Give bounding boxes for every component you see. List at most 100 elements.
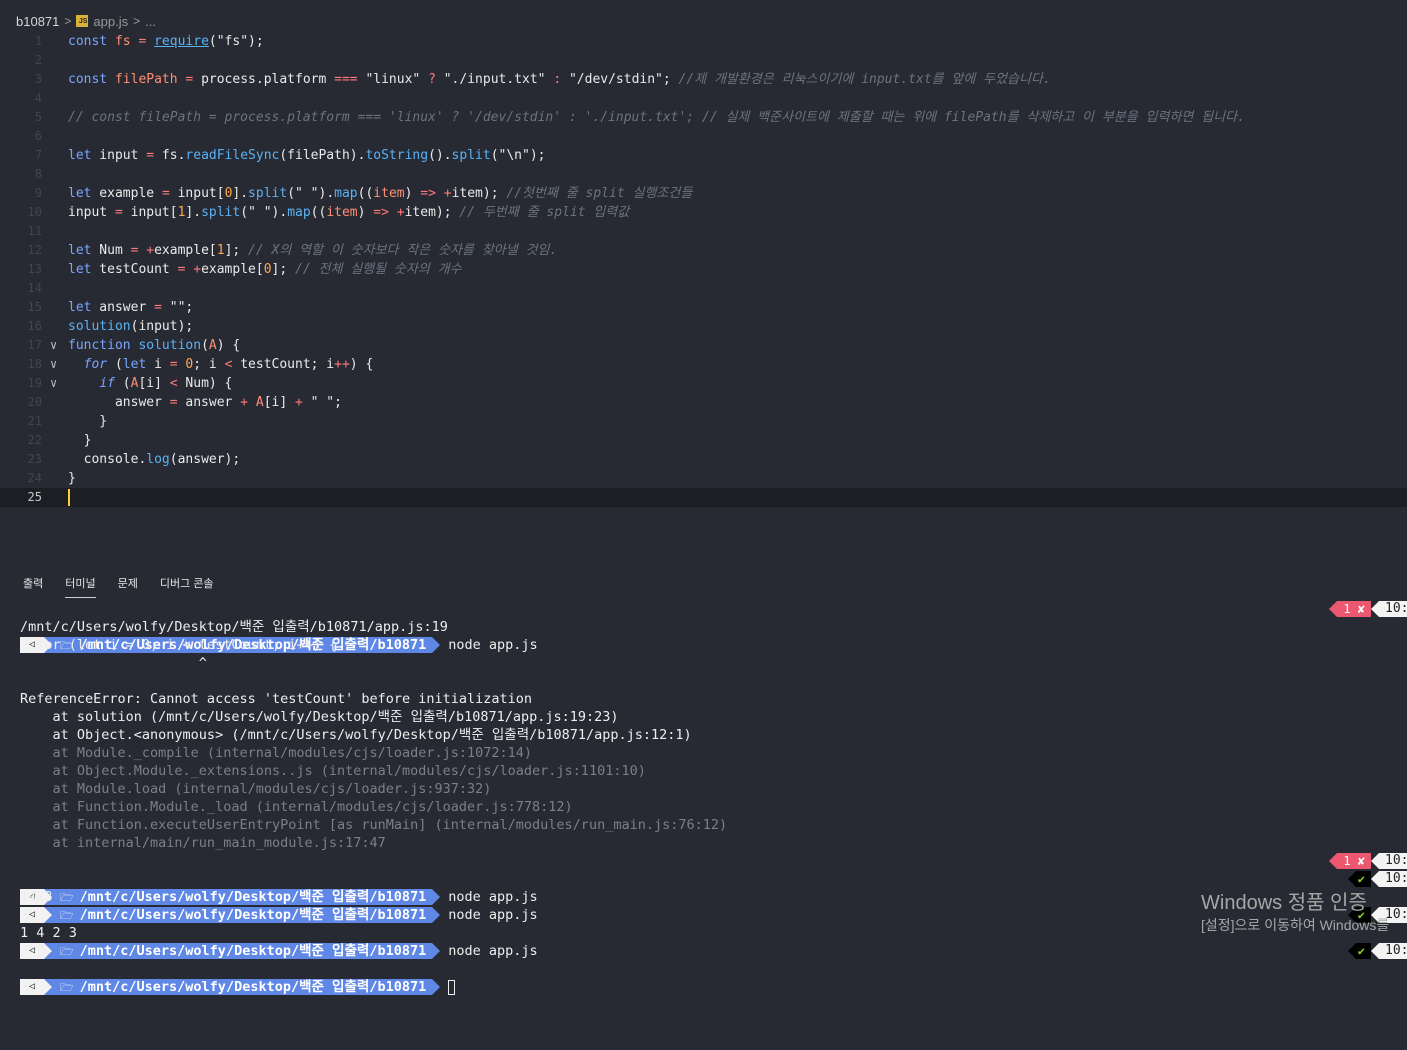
code-comment: //제 개발환경은 리눅스이기에 input.txt를 앞에 두었습니다. <box>678 72 1051 87</box>
terminal-prompt-line: ◁ 🗁/mnt/c/Users/wolfy/Desktop/백준 입출력/b108… <box>20 942 1407 995</box>
line-number: 9 <box>34 186 42 200</box>
powerline-separator-icon <box>1347 943 1356 959</box>
breadcrumb-file[interactable]: app.js <box>93 14 128 29</box>
stack-trace-line: at Module._compile (internal/modules/cjs… <box>20 745 533 761</box>
code-line[interactable]: 6 <box>0 127 1407 146</box>
line-number: 21 <box>27 414 42 428</box>
stack-trace-line: at solution (/mnt/c/Users/wolfy/Desktop/… <box>20 709 619 725</box>
terminal-prompt-line: ◁ 🗁/mnt/c/Users/wolfy/Desktop/백준 입출력/b108… <box>20 906 1407 959</box>
prompt-right-status: ✔ 10:0 <box>1347 870 1407 888</box>
code-line[interactable]: 10 input = input[1].split(" ").map((item)… <box>0 203 1407 222</box>
code-line[interactable]: 14 <box>0 279 1407 298</box>
terminal-output-line: 1423 <box>20 889 53 905</box>
code-line[interactable]: 9 let example = input[0].split(" ").map((… <box>0 184 1407 203</box>
stack-trace-line: at internal/main/run_main_module.js:17:4… <box>20 835 386 851</box>
code-text: const fs = require("fs"); <box>68 34 264 49</box>
code-line[interactable]: 24} <box>0 469 1407 488</box>
code-line[interactable]: 17 ∨ function solution(A) { <box>0 336 1407 355</box>
code-text: } <box>68 471 76 486</box>
line-number: 8 <box>34 167 42 181</box>
chevron-right-icon: > <box>64 14 72 28</box>
code-line[interactable]: 2 <box>0 51 1407 70</box>
tab-problems[interactable]: 문제 <box>107 572 149 598</box>
watermark-title: Windows 정품 인증 <box>1201 892 1367 914</box>
code-line[interactable]: 23 console.log(answer); <box>0 450 1407 469</box>
terminal-error-message: ReferenceError: Cannot access 'testCount… <box>20 691 533 707</box>
code-line-current[interactable]: 25 <box>0 488 1407 507</box>
code-text: // const filePath = process.platform ===… <box>68 108 1245 127</box>
prompt-right-status: 1 ✘ 10:0 <box>1329 852 1407 870</box>
powerline-separator-icon <box>1347 871 1356 887</box>
code-text: answer = answer + A[i] + " "; <box>68 395 342 410</box>
tab-output[interactable]: 출력 <box>12 572 54 598</box>
line-number: 12 <box>27 243 42 257</box>
code-text: } <box>68 433 92 448</box>
code-line[interactable]: 15 let answer = ""; <box>0 298 1407 317</box>
code-text: if (A[i] < Num) { <box>99 376 233 391</box>
code-comment: // 두번째 줄 split 입력값 <box>459 205 630 220</box>
code-text: solution(input); <box>68 319 194 334</box>
checkmark-icon: ✔ <box>1355 943 1371 959</box>
line-number: 20 <box>27 395 42 409</box>
code-line[interactable]: 21 } <box>0 412 1407 431</box>
powerline-separator-icon <box>432 979 441 995</box>
code-text: for (let i = 0; i < testCount; i++) { <box>83 357 374 372</box>
code-line[interactable]: 7 let input = fs.readFileSync(filePath).t… <box>0 146 1407 165</box>
folder-icon: 🗁 <box>60 981 74 994</box>
code-line[interactable]: 11 <box>0 222 1407 241</box>
terminal[interactable]: ◁ 🗁 /mnt/c/Users/wolfy/Desktop/백준 입출력/b108… <box>20 600 1407 995</box>
error-status-badge: 1 ✘ <box>1337 853 1371 869</box>
line-number: 10 <box>27 205 42 219</box>
code-editor[interactable]: 1 const fs = require("fs"); 2 3 const file… <box>0 32 1407 507</box>
line-number: 7 <box>34 148 42 162</box>
code-line[interactable]: 16 solution(input); <box>0 317 1407 336</box>
code-text <box>68 488 70 507</box>
checkmark-icon: ✔ <box>1355 871 1371 887</box>
line-number: 22 <box>27 433 42 447</box>
code-line[interactable]: 4 <box>0 89 1407 108</box>
prompt-path-segment: 🗁 /mnt/c/Users/wolfy/Desktop/백준 입출력/b1087… <box>52 979 433 995</box>
stack-trace-line: at Module.load (internal/modules/cjs/loa… <box>20 781 492 797</box>
line-number: 14 <box>27 281 42 295</box>
code-line[interactable]: 5 // const filePath = process.platform ==… <box>0 108 1407 127</box>
code-line[interactable]: 8 <box>0 165 1407 184</box>
code-line[interactable]: 19 ∨ if (A[i] < Num) { <box>0 374 1407 393</box>
terminal-prompt-line: ◁ 🗁/mnt/c/Users/wolfy/Desktop/백준 입출력/b108… <box>20 870 1407 923</box>
code-line[interactable]: 20 answer = answer + A[i] + " "; <box>0 393 1407 412</box>
fold-chevron-icon[interactable]: ∨ <box>50 374 57 393</box>
tab-terminal[interactable]: 터미널 <box>54 572 106 598</box>
panel-tabs: 출력 터미널 문제 디버그 콘솔 <box>0 572 225 598</box>
windows-activation-watermark: Windows 정품 인증 [설정]으로 이동하여 Windows를 <box>1201 890 1389 934</box>
time-badge: 10:0 <box>1379 871 1407 887</box>
powerline-separator-icon <box>1371 943 1379 959</box>
line-number: 4 <box>34 91 42 105</box>
line-number: 24 <box>27 471 42 485</box>
powerline-separator-icon <box>1371 853 1379 869</box>
code-line[interactable]: 13 let testCount = +example[0]; // 전체 실행될… <box>0 260 1407 279</box>
prompt-user-icon: ◁ <box>20 979 44 995</box>
code-text: } <box>68 414 108 429</box>
tab-debug-console[interactable]: 디버그 콘솔 <box>149 572 225 598</box>
code-text: let input = fs.readFileSync(filePath).to… <box>68 148 546 163</box>
breadcrumb-more[interactable]: ... <box>145 14 156 29</box>
line-number: 5 <box>34 110 42 124</box>
watermark-subtitle: [설정]으로 이동하여 Windows를 <box>1201 917 1390 933</box>
javascript-file-icon: JS <box>76 15 89 27</box>
fold-chevron-icon[interactable]: ∨ <box>50 355 57 374</box>
stack-trace-line: at Function.executeUserEntryPoint [as ru… <box>20 817 728 833</box>
code-line[interactable]: 3 const filePath = process.platform === "… <box>0 70 1407 89</box>
stack-trace-line: at Function.Module._load (internal/modul… <box>20 799 573 815</box>
code-line[interactable]: 22 } <box>0 431 1407 450</box>
breadcrumb: b10871 > JS app.js > ... <box>0 12 156 30</box>
line-number: 25 <box>27 490 42 504</box>
terminal-output-line: for (let i = 0; i < testCount; i++) { <box>20 637 337 653</box>
terminal-prompt-line: ◁ 🗁/mnt/c/Users/wolfy/Desktop/백준 입출력/b108… <box>20 600 1407 653</box>
code-line[interactable]: 18 ∨ for (let i = 0; i < testCount; i++) … <box>0 355 1407 374</box>
powerline-separator-icon <box>1371 871 1379 887</box>
fold-chevron-icon[interactable]: ∨ <box>50 336 57 355</box>
code-line[interactable]: 12 let Num = +example[1]; // X의 역할 이 숫자보다… <box>0 241 1407 260</box>
code-text: let Num = +example[1]; // X의 역할 이 숫자보다 작… <box>68 243 558 258</box>
breadcrumb-folder[interactable]: b10871 <box>16 14 59 29</box>
code-line[interactable]: 1 const fs = require("fs"); <box>0 32 1407 51</box>
